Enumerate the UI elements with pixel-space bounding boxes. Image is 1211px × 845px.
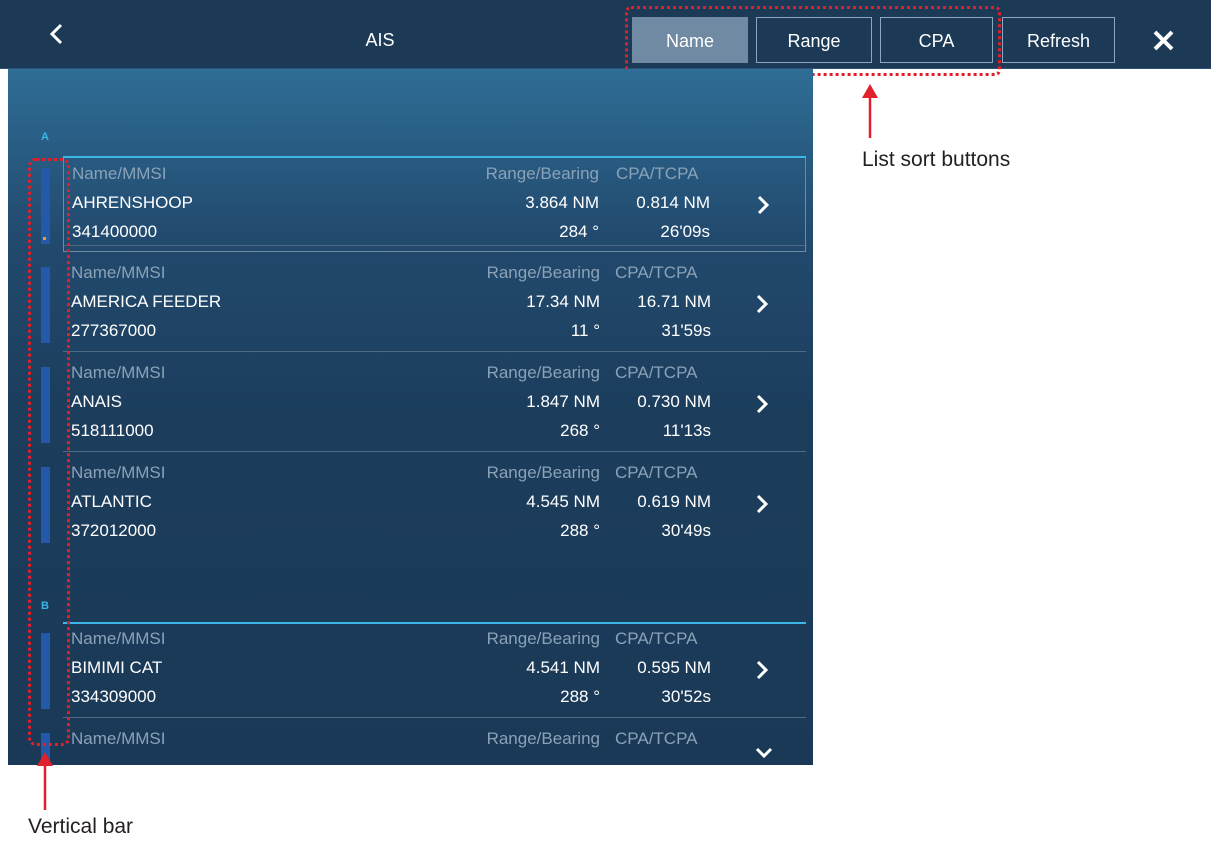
sort-buttons-annotation: List sort buttons	[862, 148, 1011, 171]
range-bearing-label: Range/Bearing	[486, 263, 600, 282]
tcpa-value: 30'52s	[661, 687, 711, 706]
cpa-value: 0.814 NM	[636, 193, 710, 212]
close-icon	[1153, 30, 1174, 51]
chevron-right-icon[interactable]	[753, 657, 773, 683]
tcpa-value: 26'09s	[660, 222, 710, 241]
page-title: AIS	[365, 30, 395, 50]
mmsi-value: 341400000	[72, 222, 158, 241]
sort-buttons-highlight	[625, 6, 1001, 76]
row-divider	[63, 451, 806, 452]
tcpa-value: 31'59s	[661, 321, 711, 340]
name-mmsi-label: Name/MMSI	[72, 164, 167, 183]
chevron-right-icon[interactable]	[753, 491, 773, 517]
list-item[interactable]: Name/MMSI Range/Bearing CPA/TCPA ANAIS 1…	[63, 357, 806, 452]
range-value: 1.847 NM	[526, 392, 600, 411]
list-item[interactable]: Name/MMSI Range/Bearing CPA/TCPA	[63, 723, 806, 765]
list-item[interactable]: Name/MMSI Range/Bearing CPA/TCPA AHRENSH…	[63, 158, 807, 252]
vertical-bar-highlight	[28, 158, 70, 746]
cpa-tcpa-label: CPA/TCPA	[615, 463, 698, 482]
chevron-right-icon[interactable]	[753, 391, 773, 417]
row-divider	[63, 351, 806, 352]
vessel-name: ANAIS	[71, 392, 123, 411]
refresh-button[interactable]: Refresh	[1002, 17, 1115, 63]
range-bearing-label: Range/Bearing	[485, 164, 599, 183]
vessel-name: ATLANTIC	[71, 492, 152, 511]
bearing-value: 288 °	[560, 687, 600, 706]
vessel-name: AHRENSHOOP	[72, 193, 193, 212]
name-mmsi-label: Name/MMSI	[71, 629, 166, 648]
bearing-value: 11 °	[570, 321, 600, 340]
mmsi-value: 518111000	[71, 421, 154, 440]
chevron-right-icon[interactable]	[754, 192, 774, 218]
list-item[interactable]: Name/MMSI Range/Bearing CPA/TCPA ATLANTI…	[63, 457, 806, 551]
range-bearing-label: Range/Bearing	[486, 463, 600, 482]
name-mmsi-label: Name/MMSI	[71, 463, 166, 482]
range-value: 3.864 NM	[525, 193, 599, 212]
bearing-value: 288 °	[560, 521, 600, 540]
vessel-name: AMERICA FEEDER	[71, 292, 222, 311]
chevron-down-icon[interactable]	[753, 745, 775, 761]
chevron-left-icon	[49, 23, 63, 45]
range-bearing-label: Range/Bearing	[486, 629, 600, 648]
range-value: 17.34 NM	[526, 292, 600, 311]
bearing-value: 284 °	[559, 222, 599, 241]
name-mmsi-label: Name/MMSI	[71, 363, 166, 382]
top-bar: AIS Name Range CPA Refresh	[0, 0, 1211, 69]
range-bearing-label: Range/Bearing	[486, 363, 600, 382]
cpa-value: 0.595 NM	[637, 658, 711, 677]
name-mmsi-label: Name/MMSI	[71, 263, 166, 282]
vertical-bar-annotation: Vertical bar	[28, 815, 134, 838]
close-button[interactable]	[1145, 22, 1185, 62]
range-value: 4.545 NM	[526, 492, 600, 511]
vessel-name: BIMIMI CAT	[71, 658, 163, 677]
section-letter-a: A	[41, 131, 49, 143]
name-mmsi-label: Name/MMSI	[71, 729, 166, 748]
chevron-right-icon[interactable]	[753, 291, 773, 317]
mmsi-value: 372012000	[71, 521, 157, 540]
list-item[interactable]: Name/MMSI Range/Bearing CPA/TCPA BIMIMI …	[63, 623, 806, 718]
cpa-tcpa-label: CPA/TCPA	[616, 164, 699, 183]
cpa-tcpa-label: CPA/TCPA	[615, 363, 698, 382]
mmsi-value: 277367000	[71, 321, 157, 340]
tcpa-value: 30'49s	[661, 521, 711, 540]
row-divider	[64, 245, 807, 246]
cpa-value: 0.730 NM	[637, 392, 711, 411]
mmsi-value: 334309000	[71, 687, 157, 706]
cpa-tcpa-label: CPA/TCPA	[615, 263, 698, 282]
cpa-value: 16.71 NM	[637, 292, 711, 311]
range-bearing-label: Range/Bearing	[486, 729, 600, 748]
cpa-tcpa-label: CPA/TCPA	[615, 629, 698, 648]
arrow-up-icon	[862, 84, 878, 138]
back-button[interactable]	[38, 16, 78, 56]
cpa-tcpa-label: CPA/TCPA	[615, 729, 698, 748]
list-item[interactable]: Name/MMSI Range/Bearing CPA/TCPA AMERICA…	[63, 257, 806, 352]
arrow-up-icon	[37, 752, 53, 810]
range-value: 4.541 NM	[526, 658, 600, 677]
cpa-value: 0.619 NM	[637, 492, 711, 511]
row-divider	[63, 717, 806, 718]
ais-list-panel[interactable]: A Name/MMSI Range/Bearing CPA/TCPA AHREN…	[8, 69, 813, 765]
tcpa-value: 11'13s	[662, 421, 711, 440]
bearing-value: 268 °	[560, 421, 600, 440]
